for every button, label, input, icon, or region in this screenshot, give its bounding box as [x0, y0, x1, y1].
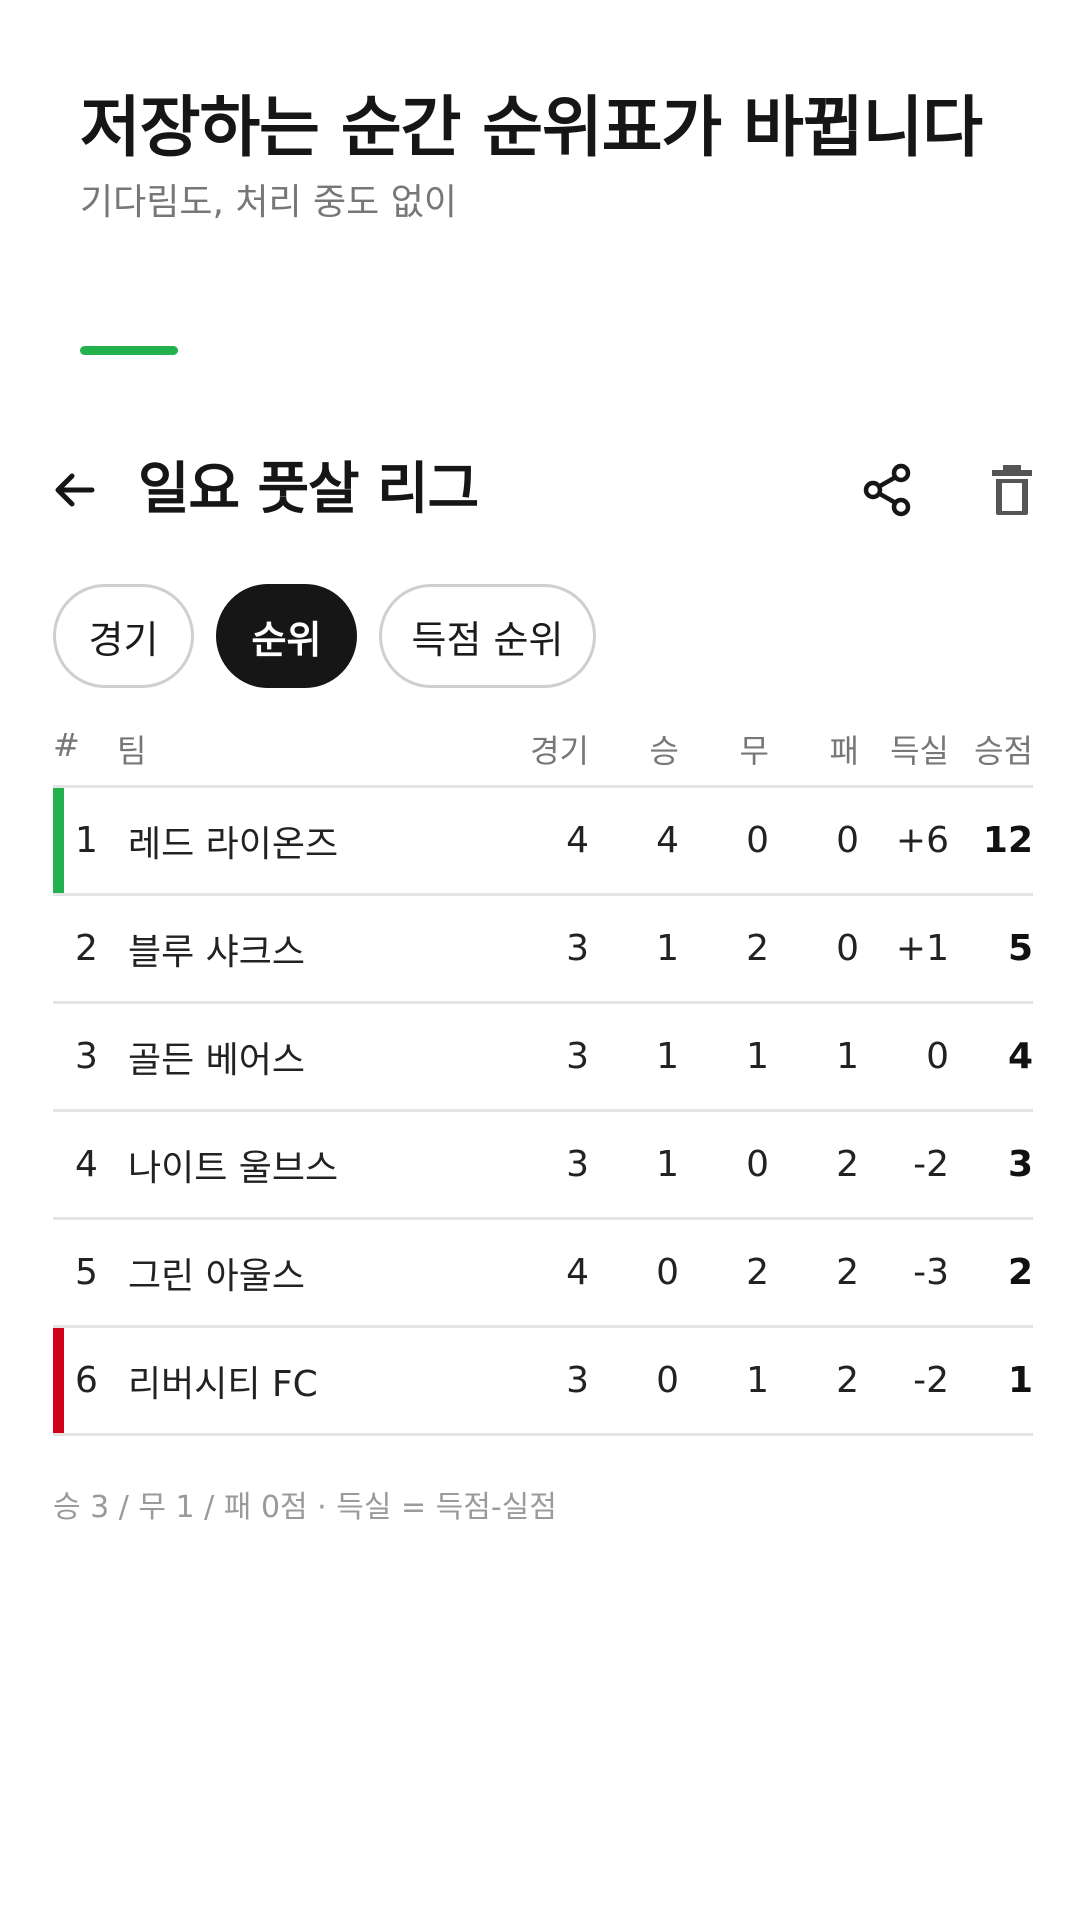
row-points: 4	[1007, 1036, 1033, 1077]
share-icon	[863, 463, 911, 517]
table-row[interactable]: 6 리버시티 FC 3 0 1 2 -2 1	[53, 1328, 1033, 1436]
row-lost: 0	[836, 928, 859, 969]
row-won: 0	[656, 1360, 679, 1401]
row-marker	[53, 1112, 64, 1217]
row-team-name: 리버시티 FC	[128, 1363, 318, 1405]
row-goal-diff: -2	[913, 1144, 949, 1185]
row-won: 1	[656, 1144, 679, 1185]
arrow-left-icon	[55, 473, 95, 507]
row-rank: 2	[75, 928, 98, 969]
promo-header: 저장하는 순간 순위표가 바뀝니다 기다림도, 처리 중도 없이	[80, 88, 1020, 224]
row-rank: 5	[75, 1252, 98, 1293]
table-row[interactable]: 5 그린 아울스 4 0 2 2 -3 2	[53, 1220, 1033, 1328]
row-played: 3	[566, 1036, 589, 1077]
row-team-name: 나이트 울브스	[128, 1147, 339, 1189]
row-points: 5	[1007, 928, 1033, 969]
standings-table: # 팀 경기 승 무 패 득실 승점 1 레드 라이온즈 4 4 0 0 +6 …	[53, 718, 1033, 1436]
row-lost: 0	[836, 820, 859, 861]
row-drawn: 1	[746, 1036, 769, 1077]
row-marker	[53, 1220, 64, 1325]
row-team-name: 레드 라이온즈	[128, 823, 339, 865]
row-lost: 2	[836, 1144, 859, 1185]
tab-games[interactable]: 경기	[53, 584, 194, 688]
row-drawn: 2	[746, 1252, 769, 1293]
row-lost: 2	[836, 1252, 859, 1293]
delete-button[interactable]	[980, 458, 1044, 522]
trash-icon	[992, 465, 1032, 515]
scoring-footnote: 승 3 / 무 1 / 패 0점 · 득실 = 득점-실점	[53, 1490, 557, 1525]
row-goal-diff: -3	[913, 1252, 949, 1293]
header-drawn: 무	[739, 732, 769, 770]
row-won: 1	[656, 1036, 679, 1077]
promo-subtitle: 기다림도, 처리 중도 없이	[80, 182, 457, 224]
row-rank: 3	[75, 1036, 98, 1077]
share-button[interactable]	[856, 458, 920, 522]
row-played: 3	[566, 1360, 589, 1401]
tab-top-scorers[interactable]: 득점 순위	[379, 584, 596, 688]
tab-standings[interactable]: 순위	[216, 584, 357, 688]
league-title: 일요 풋살 리그	[138, 457, 479, 522]
promo-title: 저장하는 순간 순위표가 바뀝니다	[80, 89, 983, 166]
table-row[interactable]: 1 레드 라이온즈 4 4 0 0 +6 12	[53, 788, 1033, 896]
row-drawn: 1	[746, 1360, 769, 1401]
header-lost: 패	[829, 732, 859, 770]
row-marker	[53, 896, 64, 1001]
row-goal-diff: +1	[895, 928, 949, 969]
row-goal-diff: 0	[926, 1036, 949, 1077]
header-goal-diff: 득실	[890, 732, 949, 770]
header-rank: #	[53, 726, 80, 764]
row-team-name: 골든 베어스	[128, 1039, 306, 1081]
table-row[interactable]: 4 나이트 울브스 3 1 0 2 -2 3	[53, 1112, 1033, 1220]
promo-accent-bar	[80, 346, 178, 355]
row-points: 3	[1007, 1144, 1033, 1185]
row-marker	[53, 1004, 64, 1109]
row-played: 3	[566, 928, 589, 969]
header-won: 승	[649, 732, 679, 770]
row-played: 4	[566, 820, 589, 861]
header-team: 팀	[117, 732, 147, 770]
app-bar: 일요 풋살 리그	[0, 440, 1080, 540]
row-drawn: 0	[746, 1144, 769, 1185]
table-row[interactable]: 2 블루 샤크스 3 1 2 0 +1 5	[53, 896, 1033, 1004]
row-points: 1	[1007, 1360, 1033, 1401]
row-won: 4	[656, 820, 679, 861]
row-rank: 1	[75, 820, 98, 861]
row-lost: 2	[836, 1360, 859, 1401]
row-won: 0	[656, 1252, 679, 1293]
row-won: 1	[656, 928, 679, 969]
row-rank: 4	[75, 1144, 98, 1185]
row-team-name: 블루 샤크스	[128, 931, 306, 973]
row-goal-diff: -2	[913, 1360, 949, 1401]
row-lost: 1	[836, 1036, 859, 1077]
back-button[interactable]	[44, 460, 104, 520]
row-points: 12	[982, 820, 1033, 861]
table-header: # 팀 경기 승 무 패 득실 승점	[53, 718, 1033, 788]
row-team-name: 그린 아울스	[128, 1255, 306, 1297]
row-drawn: 2	[746, 928, 769, 969]
row-points: 2	[1007, 1252, 1033, 1293]
view-tabs: 경기 순위 득점 순위	[53, 584, 596, 688]
row-rank: 6	[75, 1360, 98, 1401]
row-played: 3	[566, 1144, 589, 1185]
row-goal-diff: +6	[895, 820, 949, 861]
header-played: 경기	[530, 732, 589, 770]
row-drawn: 0	[746, 820, 769, 861]
table-row[interactable]: 3 골든 베어스 3 1 1 1 0 4	[53, 1004, 1033, 1112]
promotion-marker	[53, 788, 64, 893]
relegation-marker	[53, 1328, 64, 1433]
row-played: 4	[566, 1252, 589, 1293]
header-points: 승점	[974, 732, 1033, 770]
